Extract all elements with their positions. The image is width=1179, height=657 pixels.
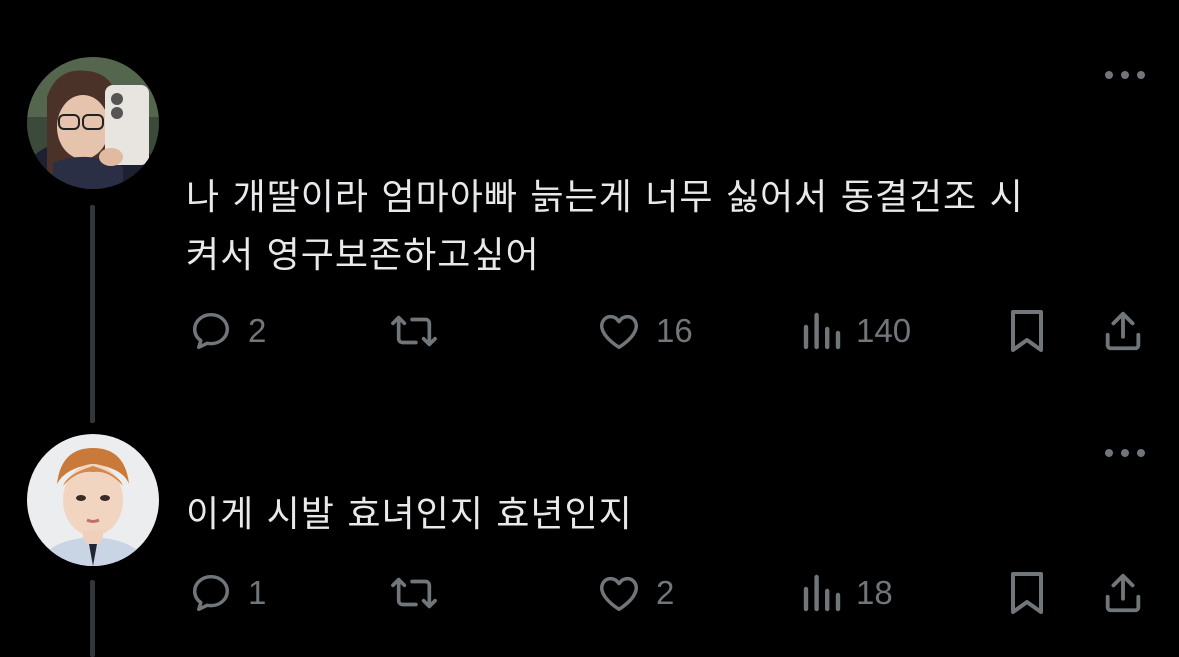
retweet-button[interactable] [388, 306, 454, 356]
reply-icon [192, 574, 230, 612]
share-icon [1105, 573, 1141, 613]
views-count: 140 [856, 312, 912, 349]
tweet-text: 나 개딸이라 엄마아빠 늙는게 너무 싫어서 동결건조 시 켜서 영구보존하고싶… [186, 177, 1024, 276]
like-icon [600, 576, 638, 612]
bookmark-button[interactable] [1006, 568, 1048, 618]
like-icon [600, 314, 638, 350]
like-count: 2 [656, 574, 675, 611]
reply-button[interactable]: 2 [188, 306, 266, 356]
more-dot [1137, 449, 1145, 457]
views-icon [803, 574, 841, 612]
action-bar: 2 16 140 [0, 306, 1179, 356]
share-button[interactable] [1100, 306, 1146, 356]
bookmark-icon [1011, 310, 1043, 352]
more-options-button[interactable] [1105, 68, 1145, 82]
more-dot [1137, 71, 1145, 79]
like-button[interactable]: 16 [596, 306, 693, 356]
retweet-icon [391, 577, 437, 609]
retweet-button[interactable] [388, 568, 454, 618]
share-icon [1105, 311, 1141, 351]
more-options-button[interactable] [1105, 446, 1145, 460]
views-button[interactable]: 140 [802, 306, 911, 356]
action-bar: 1 2 18 [0, 568, 1179, 618]
views-count: 18 [856, 574, 893, 611]
views-button[interactable]: 18 [802, 568, 893, 618]
more-icon [1105, 71, 1113, 79]
more-icon [1105, 449, 1113, 457]
reply-icon [192, 312, 230, 350]
more-dot [1121, 71, 1129, 79]
reply-button[interactable]: 1 [188, 568, 266, 618]
like-count: 16 [656, 312, 693, 349]
reply-count: 1 [248, 574, 267, 611]
retweet-icon [391, 315, 437, 347]
tweet-text: 이게 시발 효녀인지 효년인지 [186, 494, 633, 535]
reply-count: 2 [248, 312, 267, 349]
bookmark-button[interactable] [1006, 306, 1048, 356]
share-button[interactable] [1100, 568, 1146, 618]
avatar[interactable] [27, 57, 159, 189]
more-dot [1121, 449, 1129, 457]
like-button[interactable]: 2 [596, 568, 674, 618]
views-icon [803, 312, 841, 350]
bookmark-icon [1011, 572, 1043, 614]
avatar[interactable] [27, 434, 159, 566]
